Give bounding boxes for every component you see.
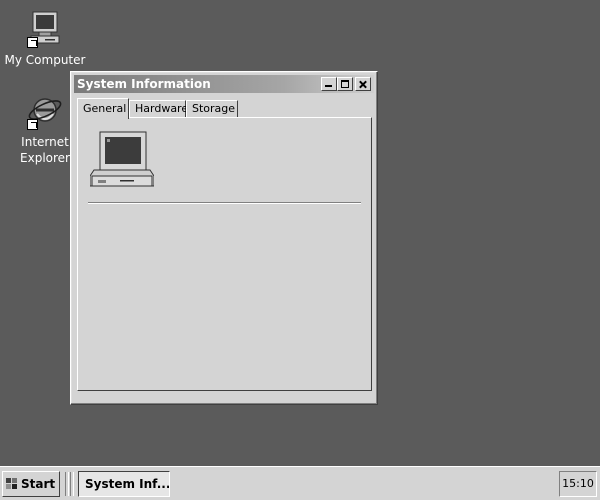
close-button[interactable] [355, 77, 371, 91]
windows-logo-icon [6, 478, 17, 489]
clock: 15:10 [559, 471, 597, 497]
shortcut-arrow-icon [27, 37, 38, 48]
minimize-button[interactable] [321, 77, 337, 91]
computer-icon [89, 130, 155, 192]
taskbar-button-system-information[interactable]: System Inf... [78, 471, 170, 497]
taskbar: Start System Inf... 15:10 [0, 466, 600, 500]
tab-hardware[interactable]: Hardware [129, 100, 188, 118]
desktop-icon-label: My Computer [4, 53, 86, 67]
my-computer-icon [25, 10, 65, 50]
tab-storage[interactable]: Storage [186, 100, 238, 118]
shortcut-arrow-icon [27, 119, 38, 130]
tab-panel-general [77, 117, 372, 391]
taskbar-divider [70, 472, 74, 496]
start-button[interactable]: Start [2, 471, 60, 497]
separator-line [88, 202, 361, 204]
system-information-window[interactable]: System Information General Hardware Stor… [70, 71, 378, 405]
maximize-button[interactable] [337, 77, 353, 91]
window-title: System Information [77, 77, 211, 91]
taskbar-divider [65, 472, 69, 496]
desktop-icon-my-computer[interactable]: My Computer [0, 10, 90, 68]
start-label: Start [21, 477, 56, 491]
internet-explorer-icon [25, 92, 65, 132]
tab-general[interactable]: General [77, 98, 129, 119]
window-titlebar[interactable]: System Information [74, 75, 374, 93]
